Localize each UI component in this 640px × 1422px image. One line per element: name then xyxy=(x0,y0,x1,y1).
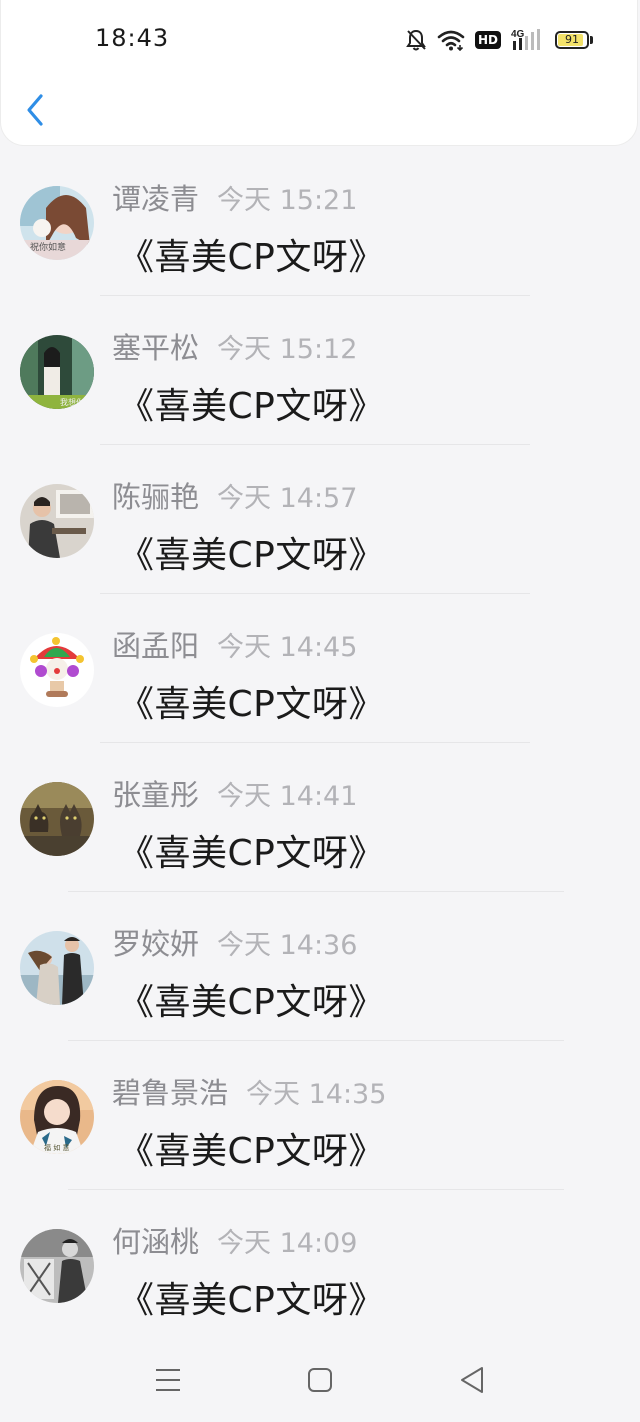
message-preview: 《喜美CP文呀》 xyxy=(118,386,385,427)
message-preview: 《喜美CP文呀》 xyxy=(118,982,385,1023)
avatar[interactable] xyxy=(20,782,94,856)
svg-text:我想你: 我想你 xyxy=(60,397,84,407)
contact-name-text: 陈骊艳 xyxy=(112,480,200,514)
svg-text:福 如 意: 福 如 意 xyxy=(44,1143,69,1152)
row-divider xyxy=(100,444,530,445)
avatar[interactable] xyxy=(20,484,94,558)
message-preview: 《喜美CP文呀》 xyxy=(118,1280,385,1321)
back-nav-button[interactable] xyxy=(452,1360,492,1400)
signal-4g-icon: 4G xyxy=(511,28,545,52)
avatar[interactable] xyxy=(20,633,94,707)
avatar[interactable] xyxy=(20,1229,94,1303)
row-divider xyxy=(68,1040,564,1041)
contact-name-text: 张童彤 xyxy=(112,778,200,812)
message-time: 今天 15:12 xyxy=(217,334,358,365)
row-divider xyxy=(68,1189,564,1190)
list-item[interactable]: 函孟阳 今天 14:45 《喜美CP文呀》 xyxy=(0,597,640,746)
row-divider xyxy=(100,593,530,594)
contact-name-text: 塞平松 xyxy=(112,331,200,365)
message-time: 今天 14:41 xyxy=(217,781,358,812)
avatar[interactable] xyxy=(20,931,94,1005)
home-icon xyxy=(308,1368,332,1392)
message-preview: 《喜美CP文呀》 xyxy=(118,833,385,874)
bell-off-icon xyxy=(405,28,427,52)
contact-name-text: 函孟阳 xyxy=(112,629,200,663)
contact-name: 谭凌青 今天 15:21 xyxy=(112,176,357,218)
list-item[interactable]: 祝你如意 谭凌青 今天 15:21 《喜美CP文呀》 xyxy=(0,150,640,299)
top-header: 18:43 HD 4G 91 xyxy=(0,0,638,146)
menu-button[interactable] xyxy=(148,1360,188,1400)
battery-icon: 91 xyxy=(555,31,593,49)
status-time: 18:43 xyxy=(95,24,170,52)
avatar[interactable]: 福 如 意 xyxy=(20,1080,94,1154)
message-time: 今天 14:36 xyxy=(217,930,358,961)
message-time: 今天 14:35 xyxy=(246,1079,387,1110)
contact-name: 函孟阳 今天 14:45 xyxy=(112,623,357,665)
contact-name-text: 谭凌青 xyxy=(112,182,200,216)
avatar[interactable]: 祝你如意 xyxy=(20,186,94,260)
message-preview: 《喜美CP文呀》 xyxy=(118,1131,385,1172)
message-time: 今天 14:09 xyxy=(217,1228,358,1259)
chevron-left-icon xyxy=(27,94,43,126)
contact-name: 何涵桃 今天 14:09 xyxy=(112,1219,357,1261)
message-time: 今天 14:45 xyxy=(217,632,358,663)
menu-icon xyxy=(156,1369,180,1391)
back-triangle-icon xyxy=(461,1367,483,1393)
network-label: 4G xyxy=(511,29,525,40)
avatar[interactable]: 我想你 xyxy=(20,335,94,409)
list-item[interactable]: 张童彤 今天 14:41 《喜美CP文呀》 xyxy=(0,746,640,895)
row-divider xyxy=(68,891,564,892)
message-preview: 《喜美CP文呀》 xyxy=(118,237,385,278)
list-item[interactable]: 陈骊艳 今天 14:57 《喜美CP文呀》 xyxy=(0,448,640,597)
home-button[interactable] xyxy=(300,1360,340,1400)
battery-level: 91 xyxy=(565,33,579,46)
row-divider xyxy=(100,295,530,296)
contact-name: 陈骊艳 今天 14:57 xyxy=(112,474,357,516)
message-time: 今天 15:21 xyxy=(217,185,358,216)
contact-name: 罗姣妍 今天 14:36 xyxy=(112,921,357,963)
message-preview: 《喜美CP文呀》 xyxy=(118,684,385,725)
back-button[interactable] xyxy=(21,90,51,130)
list-item[interactable]: 福 如 意 碧鲁景浩 今天 14:35 《喜美CP文呀》 xyxy=(0,1044,640,1193)
status-icons: HD 4G 91 xyxy=(405,24,593,56)
contact-name-text: 碧鲁景浩 xyxy=(112,1076,229,1110)
message-preview: 《喜美CP文呀》 xyxy=(118,535,385,576)
system-nav-bar xyxy=(0,1342,640,1422)
contact-name: 塞平松 今天 15:12 xyxy=(112,325,357,367)
contact-name: 碧鲁景浩 今天 14:35 xyxy=(112,1070,386,1112)
contact-name: 张童彤 今天 14:41 xyxy=(112,772,357,814)
row-divider xyxy=(100,742,530,743)
contact-name-text: 罗姣妍 xyxy=(112,927,200,961)
message-time: 今天 14:57 xyxy=(217,483,358,514)
svg-text:祝你如意: 祝你如意 xyxy=(30,241,66,253)
list-item[interactable]: 我想你 塞平松 今天 15:12 《喜美CP文呀》 xyxy=(0,299,640,448)
contact-name-text: 何涵桃 xyxy=(112,1225,200,1259)
list-item[interactable]: 罗姣妍 今天 14:36 《喜美CP文呀》 xyxy=(0,895,640,1044)
list-item[interactable]: 何涵桃 今天 14:09 《喜美CP文呀》 xyxy=(0,1193,640,1342)
hd-icon: HD xyxy=(474,31,501,49)
wifi-icon xyxy=(437,29,465,51)
